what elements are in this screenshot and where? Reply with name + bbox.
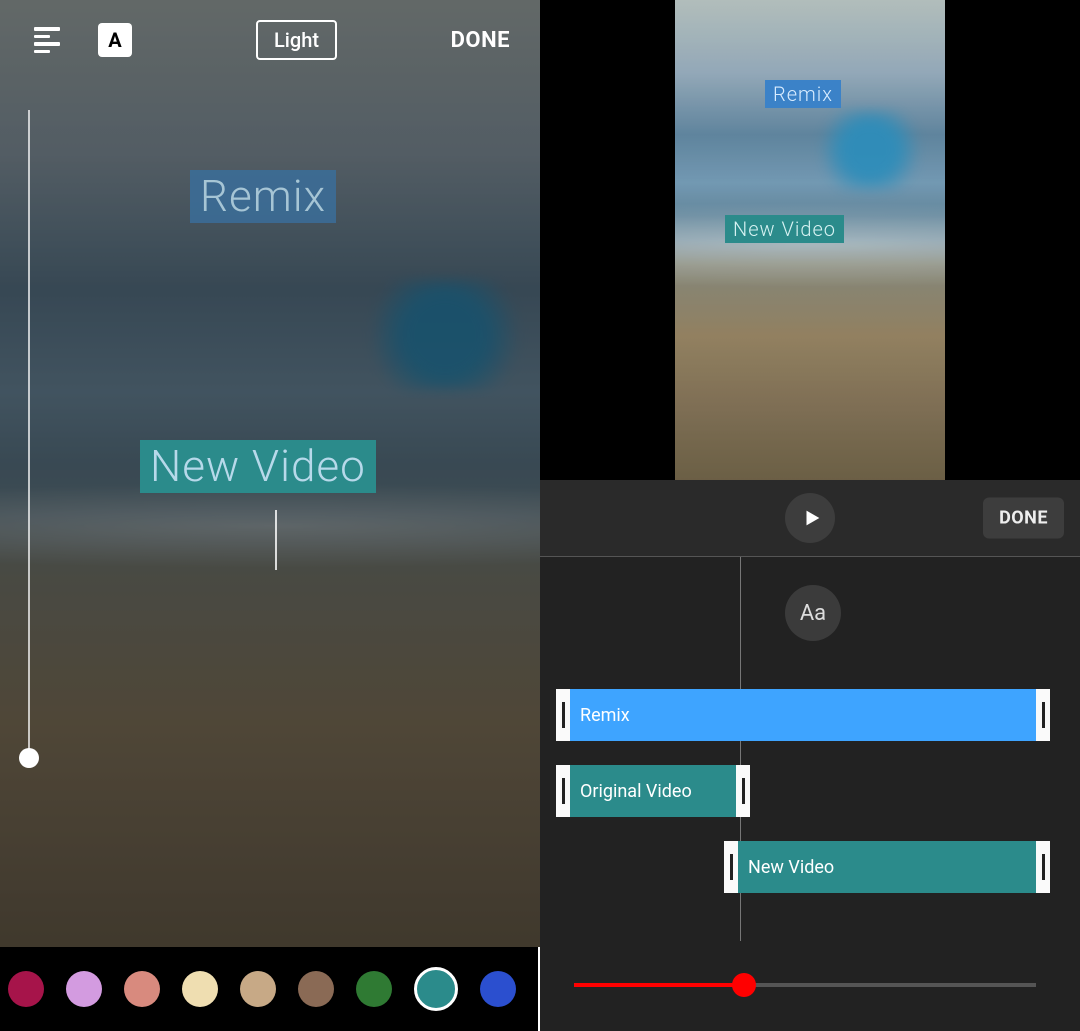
color-swatch-salmon[interactable] xyxy=(124,971,160,1007)
play-icon xyxy=(801,507,823,529)
clip-handle-left[interactable] xyxy=(724,841,738,893)
clip-handle-left[interactable] xyxy=(556,689,570,741)
zoom-thumb[interactable] xyxy=(732,973,756,997)
clip-handle-right[interactable] xyxy=(1036,841,1050,893)
clip-label: New Video xyxy=(748,857,834,878)
font-size-knob[interactable] xyxy=(19,748,39,768)
timeline[interactable]: Aa Remix Original Video New Video xyxy=(540,556,1080,1031)
color-swatch-blue[interactable] xyxy=(480,971,516,1007)
clip-remix[interactable]: Remix xyxy=(556,689,1050,741)
timeline-panel: Remix New Video DONE Aa Remix Original V… xyxy=(540,0,1080,1031)
caption-remix[interactable]: Remix xyxy=(190,170,336,223)
clip-new-video[interactable]: New Video xyxy=(724,841,1050,893)
clip-label: Remix xyxy=(580,705,630,726)
color-swatch-row xyxy=(0,947,540,1031)
clip-handle-right[interactable] xyxy=(1036,689,1050,741)
add-text-button[interactable]: Aa xyxy=(785,585,841,641)
preview-caption-new-video: New Video xyxy=(725,215,844,243)
preview-caption-remix: Remix xyxy=(765,80,841,108)
color-swatch-magenta[interactable] xyxy=(8,971,44,1007)
align-button[interactable] xyxy=(30,23,64,57)
play-button[interactable] xyxy=(785,493,835,543)
clip-label: Original Video xyxy=(580,781,692,802)
done-button[interactable]: DONE xyxy=(451,28,510,53)
color-swatch-tan[interactable] xyxy=(240,971,276,1007)
clip-handle-right[interactable] xyxy=(736,765,750,817)
color-swatch-brown[interactable] xyxy=(298,971,334,1007)
color-swatch-teal[interactable] xyxy=(414,967,458,1011)
playback-bar: DONE xyxy=(540,480,1080,556)
color-swatch-lavender[interactable] xyxy=(66,971,102,1007)
preview-area: Remix New Video xyxy=(540,0,1080,480)
color-swatch-green[interactable] xyxy=(356,971,392,1007)
done-button[interactable]: DONE xyxy=(983,498,1064,539)
clip-handle-left[interactable] xyxy=(556,765,570,817)
text-caret xyxy=(275,510,277,570)
preview-frame[interactable]: Remix New Video xyxy=(675,0,945,480)
text-background-toggle[interactable]: A xyxy=(98,23,132,57)
text-toolbar: A Light DONE xyxy=(0,0,540,80)
color-swatch-cream[interactable] xyxy=(182,971,218,1007)
zoom-fill xyxy=(574,983,744,987)
font-style-button[interactable]: Light xyxy=(256,20,337,60)
caption-new-video[interactable]: New Video xyxy=(140,440,376,493)
text-editor-panel: A Light DONE Remix New Video xyxy=(0,0,540,1031)
clip-original-video[interactable]: Original Video xyxy=(556,765,750,817)
zoom-slider[interactable] xyxy=(574,973,1036,997)
preview-sky-detail xyxy=(815,110,925,190)
font-size-rail[interactable] xyxy=(28,110,30,750)
dim-overlay xyxy=(0,0,540,1031)
